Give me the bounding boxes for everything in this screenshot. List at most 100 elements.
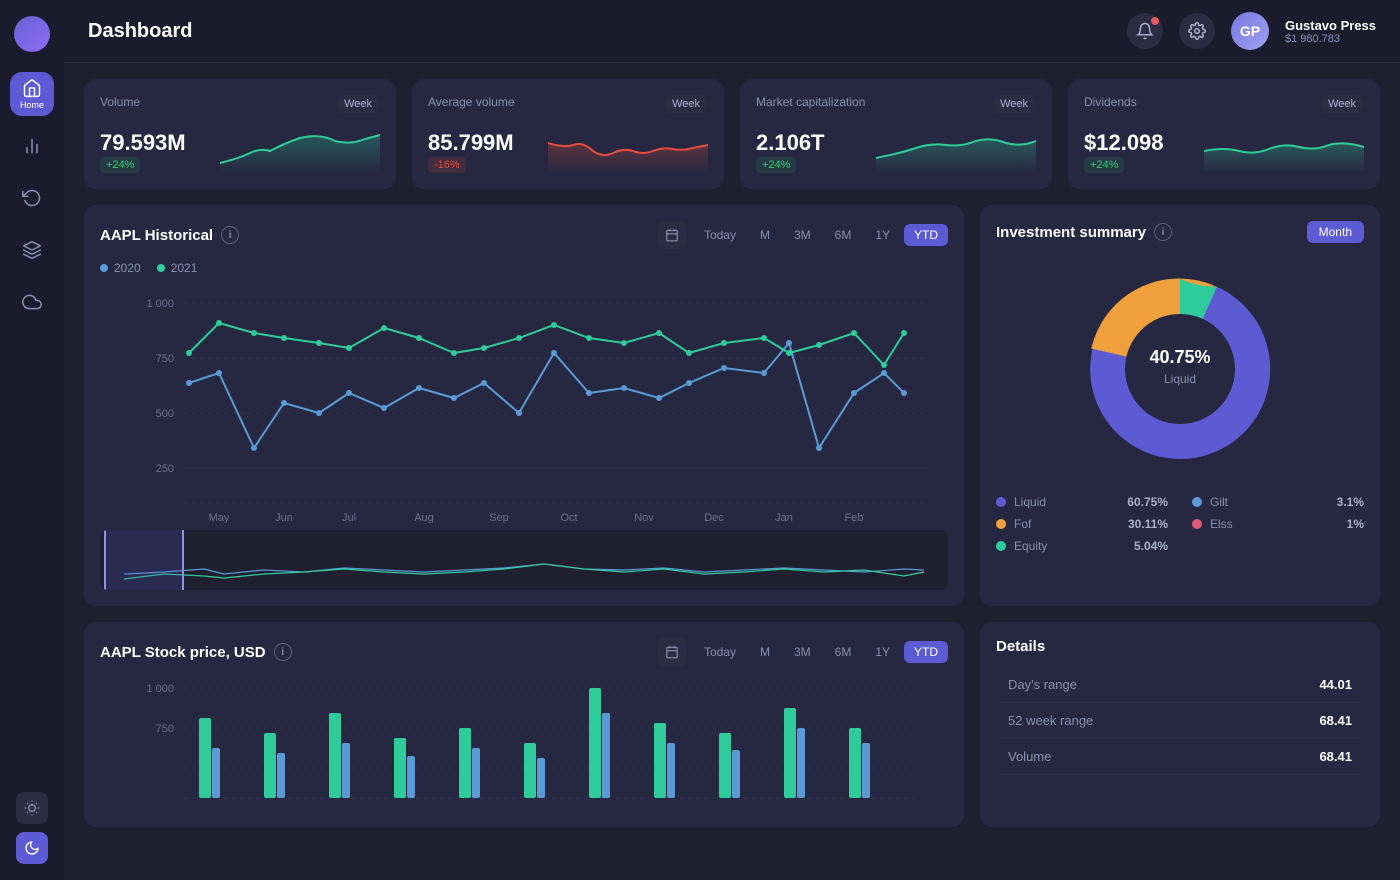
charts-row: AAPL Historical i Today M 3M 6M 1Y [84, 205, 1380, 606]
filter-m[interactable]: M [750, 224, 780, 246]
svg-text:May: May [209, 512, 230, 523]
historical-calendar-button[interactable] [658, 221, 686, 249]
volume-title: Volume [100, 95, 140, 109]
dividends-change: +24% [1084, 157, 1124, 173]
legend-equity: Equity 5.04% [996, 539, 1168, 553]
stock-filter-1y[interactable]: 1Y [865, 641, 900, 663]
legend-fof-value: 30.11% [1128, 517, 1168, 531]
stock-filter-today[interactable]: Today [694, 641, 746, 663]
page-title: Dashboard [88, 20, 1127, 43]
dividends-value: $12.098 [1084, 130, 1164, 156]
volume-badge: Week [336, 95, 380, 113]
filter-1y[interactable]: 1Y [865, 224, 900, 246]
header: Dashboard GP Gustavo Press $1 980.783 [64, 0, 1400, 63]
stat-cards-grid: Volume Week 79.593M +24% [84, 79, 1380, 189]
legend-equity-label: Equity [1014, 539, 1126, 553]
legend-2021-dot [157, 264, 165, 272]
legend-gilt-dot [1192, 497, 1202, 507]
bottom-row: AAPL Stock price, USD i Today M 3M 6M 1Y [84, 622, 1380, 827]
stat-card-volume: Volume Week 79.593M +24% [84, 79, 396, 189]
market-cap-change: +24% [756, 157, 796, 173]
avg-volume-badge: Week [664, 95, 708, 113]
mini-navigator[interactable] [100, 530, 948, 590]
legend-2021-label: 2021 [171, 261, 198, 275]
avg-volume-value: 85.799M [428, 130, 514, 156]
svg-text:Feb: Feb [845, 512, 864, 523]
stat-card-market-cap: Market capitalization Week 2.106T +24% [740, 79, 1052, 189]
svg-text:Oct: Oct [560, 512, 577, 523]
settings-button[interactable] [1179, 13, 1215, 49]
avg-volume-title: Average volume [428, 95, 515, 109]
legend-2020-dot [100, 264, 108, 272]
filter-3m[interactable]: 3M [784, 224, 821, 246]
sidebar-item-cloud[interactable] [10, 280, 54, 324]
sidebar-item-sync[interactable] [10, 176, 54, 220]
stock-filter-ytd[interactable]: YTD [904, 641, 948, 663]
details-table: Day's range 44.01 52 week range 68.41 Vo… [996, 667, 1364, 775]
legend-liquid: Liquid 60.75% [996, 495, 1168, 509]
dark-theme-button[interactable] [16, 832, 48, 864]
sidebar-home-label: Home [20, 100, 44, 110]
market-cap-badge: Week [992, 95, 1036, 113]
investment-month-filter[interactable]: Month [1307, 221, 1364, 243]
stat-card-dividends: Dividends Week $12.098 +24% [1068, 79, 1380, 189]
stock-filter-3m[interactable]: 3M [784, 641, 821, 663]
days-range-value: 44.01 [1239, 667, 1365, 703]
svg-text:Jan: Jan [775, 512, 793, 523]
investment-info-icon[interactable]: i [1154, 223, 1172, 241]
market-cap-title: Market capitalization [756, 95, 865, 109]
table-row: Day's range 44.01 [996, 667, 1364, 703]
header-actions: GP Gustavo Press $1 980.783 [1127, 12, 1376, 50]
legend-2020: 2020 [100, 261, 141, 275]
sidebar-item-layers[interactable] [10, 228, 54, 272]
svg-text:Nov: Nov [634, 512, 654, 523]
user-balance: $1 980.783 [1285, 33, 1376, 45]
pie-legend: Liquid 60.75% Gilt 3.1% Fof 30.11% [996, 495, 1364, 553]
stock-price-chart-card: AAPL Stock price, USD i Today M 3M 6M 1Y [84, 622, 964, 827]
svg-text:750: 750 [156, 723, 174, 735]
sidebar-item-chart[interactable] [10, 124, 54, 168]
legend-2021: 2021 [157, 261, 198, 275]
notification-badge [1151, 17, 1159, 25]
historical-chart-title: AAPL Historical [100, 227, 213, 244]
legend-gilt-label: Gilt [1210, 495, 1329, 509]
chart-legend: 2020 2021 [100, 261, 948, 275]
stock-price-info-icon[interactable]: i [274, 643, 292, 661]
historical-info-icon[interactable]: i [221, 226, 239, 244]
stock-filter-m[interactable]: M [750, 641, 780, 663]
legend-elss-value: 1% [1347, 517, 1364, 531]
legend-liquid-label: Liquid [1014, 495, 1119, 509]
market-cap-value: 2.106T [756, 130, 825, 156]
svg-text:1 000: 1 000 [146, 298, 174, 310]
week-range-value: 68.41 [1239, 703, 1365, 739]
legend-gilt-value: 3.1% [1337, 495, 1364, 509]
legend-elss-label: Elss [1210, 517, 1339, 531]
stat-card-avg-volume: Average volume Week 85.799M -16% [412, 79, 724, 189]
legend-equity-dot [996, 541, 1006, 551]
notifications-button[interactable] [1127, 13, 1163, 49]
historical-chart-card: AAPL Historical i Today M 3M 6M 1Y [84, 205, 964, 606]
days-range-label: Day's range [996, 667, 1239, 703]
details-card: Details Day's range 44.01 52 week range … [980, 622, 1380, 827]
filter-ytd[interactable]: YTD [904, 224, 948, 246]
legend-gilt: Gilt 3.1% [1192, 495, 1364, 509]
filter-6m[interactable]: 6M [825, 224, 862, 246]
svg-text:Jul: Jul [342, 512, 356, 523]
svg-text:Jun: Jun [275, 512, 293, 523]
stock-time-filters: Today M 3M 6M 1Y YTD [694, 641, 948, 663]
stock-calendar-button[interactable] [658, 638, 686, 666]
svg-text:Sep: Sep [489, 512, 509, 523]
stock-filter-6m[interactable]: 6M [825, 641, 862, 663]
historical-time-filters: Today M 3M 6M 1Y YTD [694, 224, 948, 246]
app-logo [14, 16, 50, 52]
light-theme-button[interactable] [16, 792, 48, 824]
sidebar-item-home[interactable]: Home [10, 72, 54, 116]
filter-today[interactable]: Today [694, 224, 746, 246]
svg-text:Liquid: Liquid [1164, 372, 1196, 386]
pie-chart-svg: 40.75% Liquid [1070, 259, 1290, 479]
svg-text:1 000: 1 000 [146, 683, 174, 695]
sidebar: Home [0, 0, 64, 880]
investment-summary-card: Investment summary i Month [980, 205, 1380, 606]
volume-value: 79.593M [100, 130, 186, 156]
volume-change: +24% [100, 157, 140, 173]
